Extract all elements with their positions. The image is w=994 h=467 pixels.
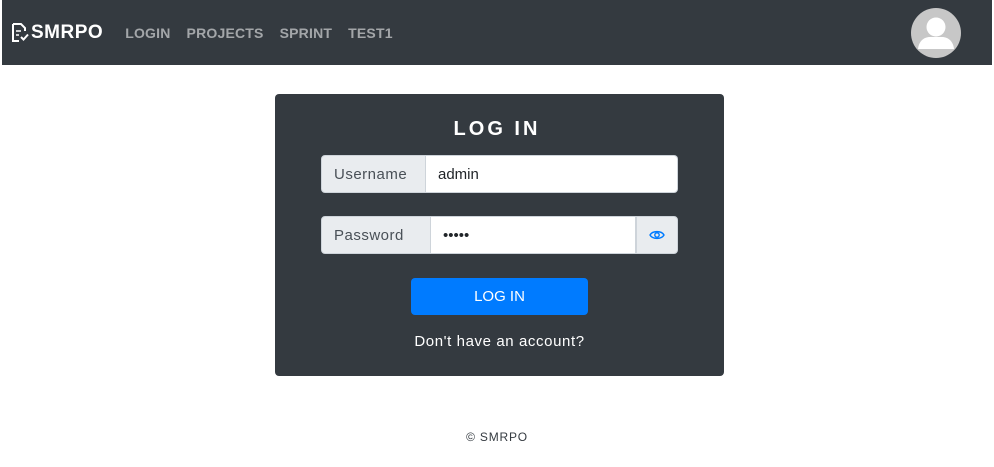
nav-link-sprint[interactable]: SPRINT bbox=[280, 25, 333, 41]
login-button[interactable]: LOG IN bbox=[411, 278, 588, 315]
user-avatar-icon[interactable] bbox=[911, 8, 961, 58]
username-input[interactable]: admin bbox=[426, 155, 678, 193]
top-navbar: SMRPO LOGIN PROJECTS SPRINT TEST1 bbox=[2, 0, 992, 65]
brand-name: SMRPO bbox=[31, 21, 104, 43]
nav-link-test1[interactable]: TEST1 bbox=[348, 25, 393, 41]
brand[interactable]: SMRPO bbox=[11, 22, 103, 44]
footer-copyright: © SMRPO bbox=[466, 430, 528, 444]
nav-link-login[interactable]: LOGIN bbox=[125, 25, 170, 41]
username-label: Username bbox=[321, 155, 426, 193]
password-label: Password bbox=[321, 216, 431, 254]
nav-link-projects[interactable]: PROJECTS bbox=[187, 25, 264, 41]
signup-link[interactable]: Don't have an account? bbox=[275, 333, 724, 350]
password-input[interactable]: ••••• bbox=[431, 216, 636, 254]
file-check-icon bbox=[11, 22, 30, 43]
eye-icon[interactable] bbox=[636, 216, 678, 254]
login-title: LOG IN bbox=[453, 118, 541, 140]
password-input-group: Password ••••• bbox=[321, 216, 678, 254]
username-input-group: Username admin bbox=[321, 155, 678, 193]
nav-links: LOGIN PROJECTS SPRINT TEST1 bbox=[125, 25, 409, 41]
